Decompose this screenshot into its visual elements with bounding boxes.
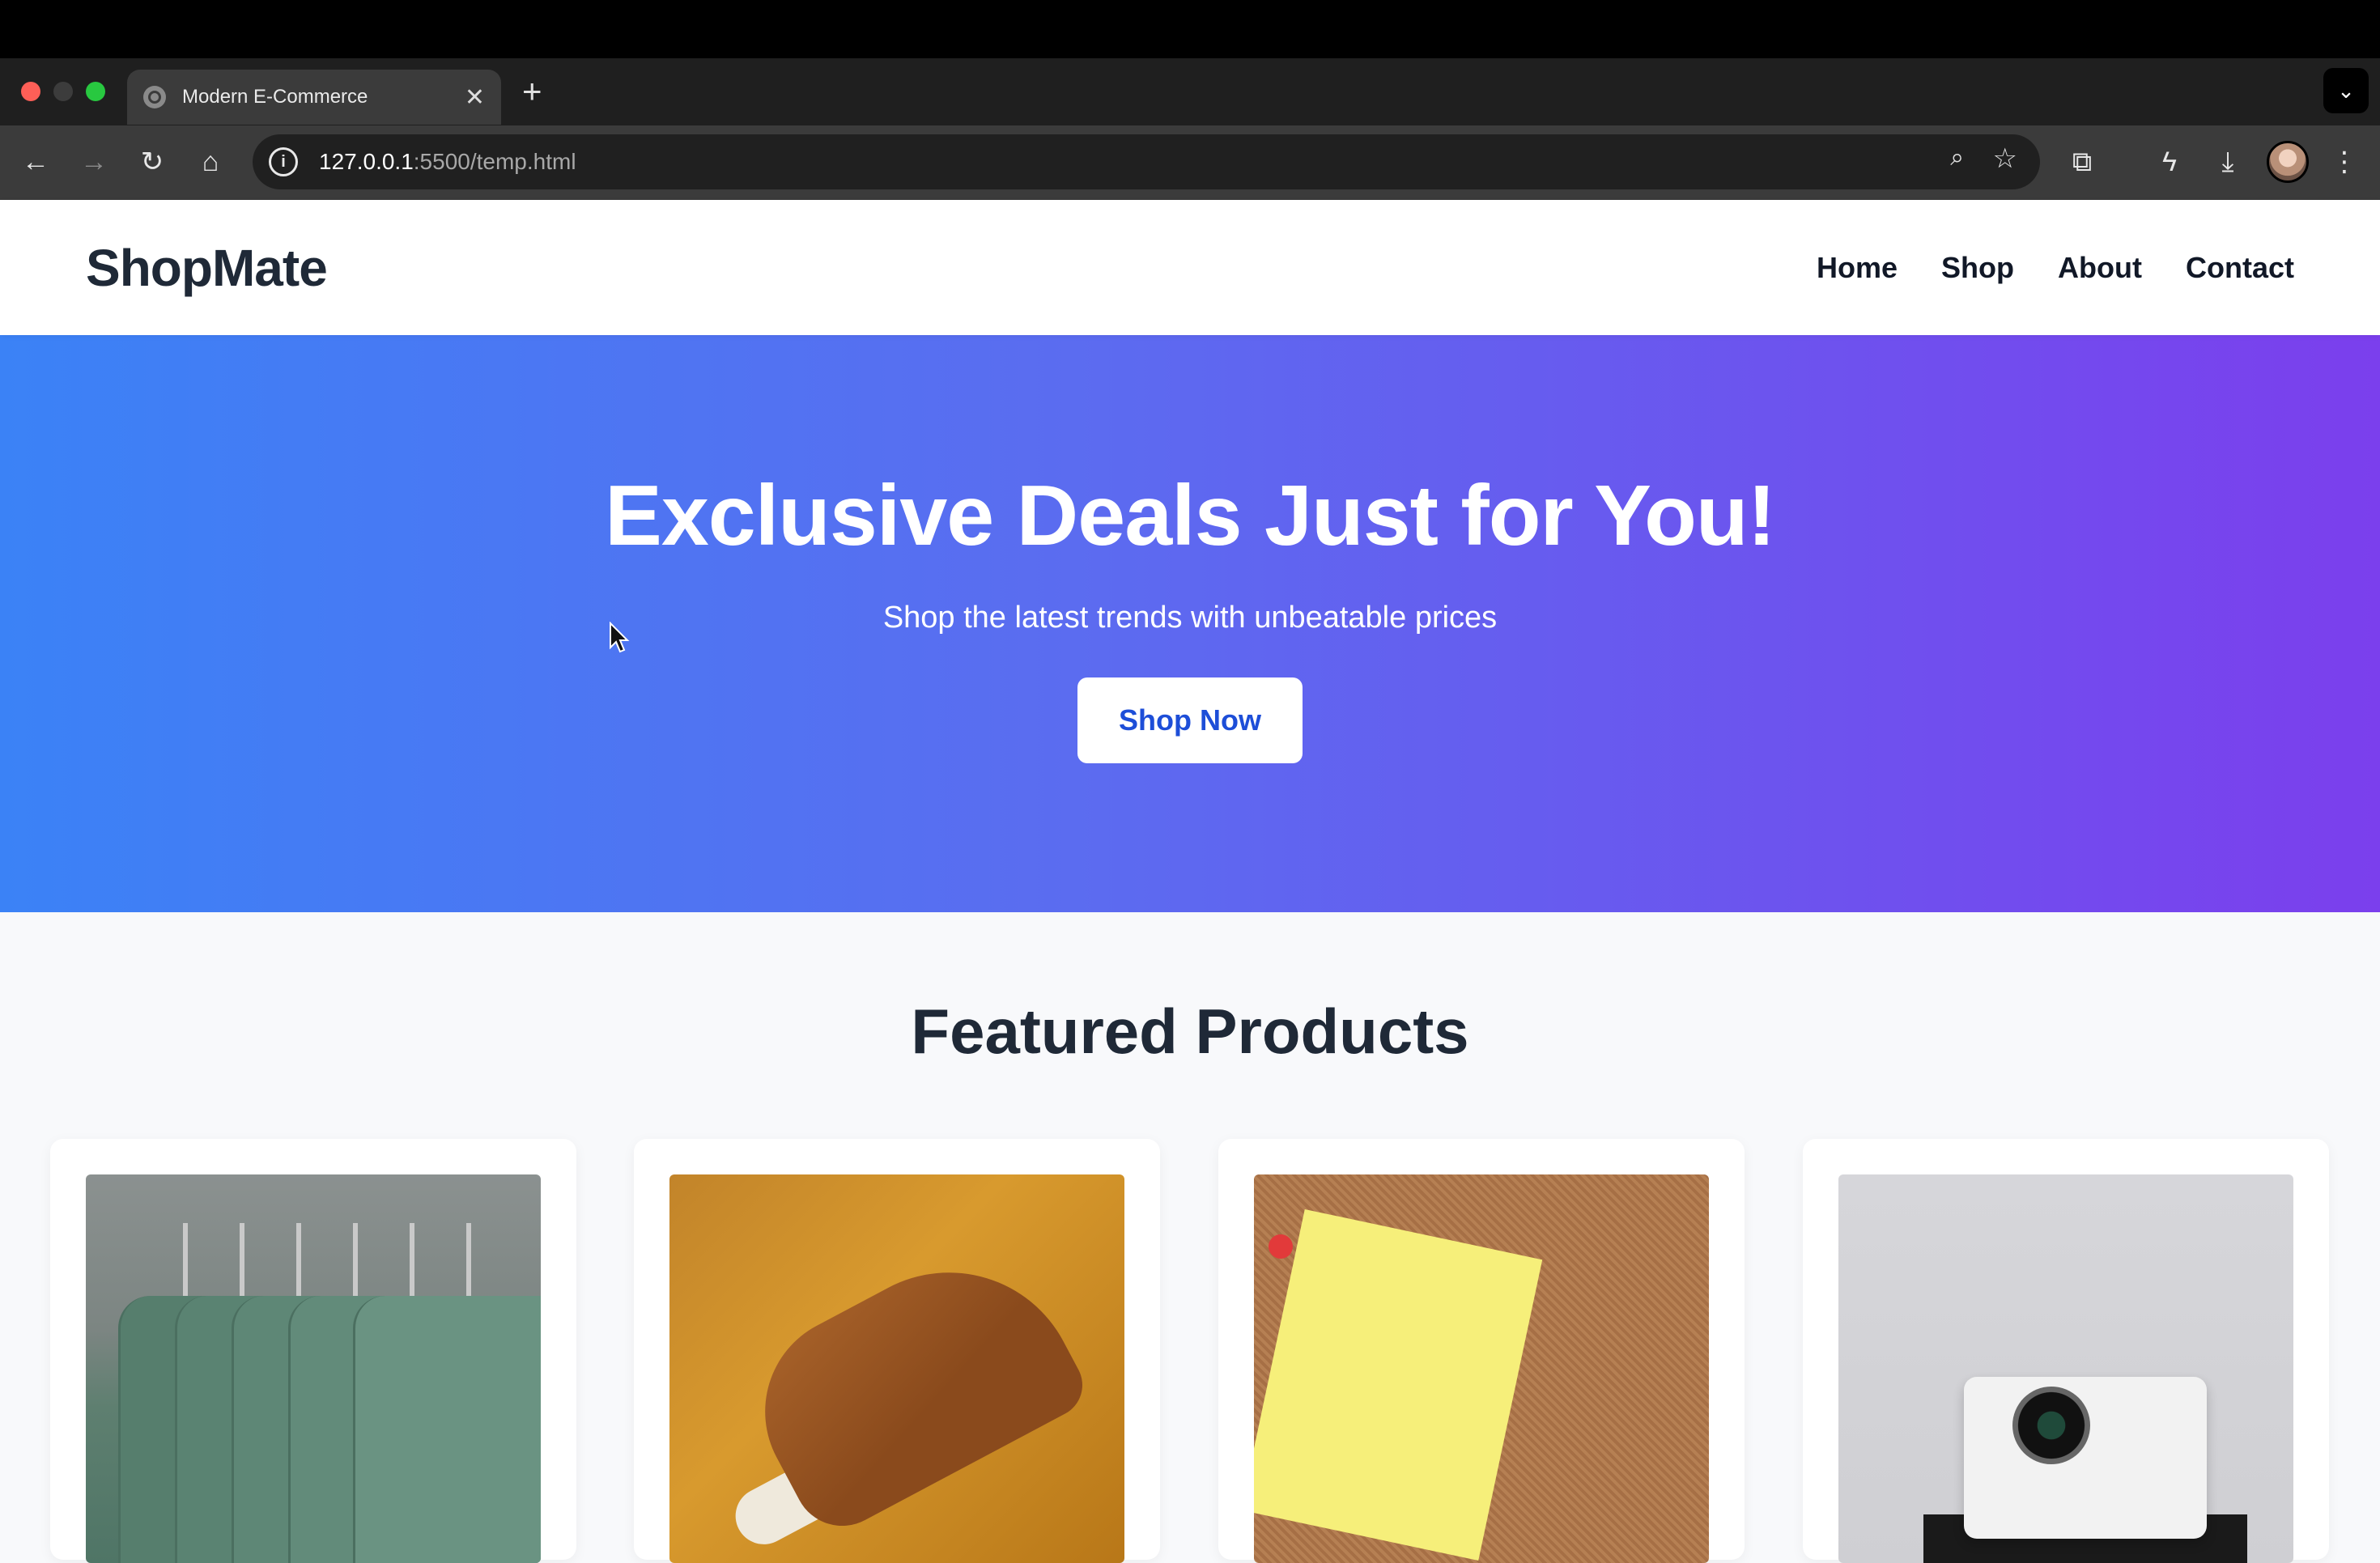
url-host: 127.0.0.1 — [319, 149, 414, 174]
url-text[interactable]: 127.0.0.1:5500/temp.html — [319, 149, 576, 175]
minimize-window-icon[interactable] — [53, 82, 73, 101]
pushpin-icon — [1269, 1234, 1293, 1259]
product-image-shirts[interactable] — [86, 1174, 541, 1563]
product-image-idea-note[interactable] — [1254, 1174, 1709, 1563]
nav-contact[interactable]: Contact — [2186, 251, 2294, 285]
nav-shop[interactable]: Shop — [1941, 251, 2014, 285]
tab-title: Modern E-Commerce — [182, 86, 368, 108]
product-image-sneaker[interactable] — [669, 1174, 1124, 1563]
profile-avatar[interactable] — [2267, 141, 2309, 183]
nav-home[interactable]: Home — [1817, 251, 1898, 285]
product-card[interactable] — [1803, 1139, 2329, 1563]
featured-products-section: Featured Products — [0, 912, 2380, 1063]
main-nav: Home Shop About Contact — [1817, 251, 2294, 285]
maximize-window-icon[interactable] — [86, 82, 105, 101]
home-icon[interactable]: ⌂ — [191, 142, 230, 181]
product-card[interactable] — [634, 1139, 1160, 1563]
forward-icon[interactable]: → — [74, 142, 113, 181]
site-logo[interactable]: ShopMate — [86, 238, 328, 298]
featured-title: Featured Products — [911, 996, 1469, 1067]
product-card[interactable] — [50, 1139, 576, 1563]
browser-menu-icon[interactable]: ⋮ — [2325, 142, 2364, 181]
hero-subtitle: Shop the latest trends with unbeatable p… — [882, 601, 1498, 635]
url-path: :5500/temp.html — [413, 149, 576, 174]
camera-lens-icon — [2012, 1387, 2090, 1464]
new-tab-icon[interactable]: + — [522, 73, 542, 110]
address-bar[interactable]: i 127.0.0.1:5500/temp.html ⌕ ☆ — [253, 134, 2040, 189]
mouse-cursor-icon — [610, 622, 630, 653]
reload-icon[interactable]: ↻ — [133, 142, 172, 181]
site-header: ShopMate Home Shop About Contact — [0, 200, 2380, 335]
download-icon[interactable]: ⤓ — [2208, 142, 2247, 181]
close-window-icon[interactable] — [21, 82, 40, 101]
web-page: ShopMate Home Shop About Contact Exclusi… — [0, 200, 2380, 1563]
product-card[interactable] — [1218, 1139, 1745, 1563]
bookmark-star-icon[interactable]: ☆ — [1993, 142, 2017, 175]
performance-icon[interactable]: ϟ — [2150, 142, 2189, 181]
nav-about[interactable]: About — [2058, 251, 2142, 285]
product-image-instant-camera[interactable] — [1838, 1174, 2293, 1563]
close-tab-icon[interactable]: ✕ — [465, 83, 485, 112]
hero-title: Exclusive Deals Just for You! — [605, 468, 1776, 563]
shop-now-button[interactable]: Shop Now — [1077, 677, 1303, 763]
globe-icon — [143, 86, 166, 108]
tab-search-chevron-icon[interactable]: ⌄ — [2323, 68, 2369, 113]
os-top-bar — [0, 0, 2380, 58]
site-info-icon[interactable]: i — [269, 147, 298, 176]
hero-banner: Exclusive Deals Just for You! Shop the l… — [0, 335, 2380, 912]
extensions-icon[interactable]: ⧉ — [2063, 142, 2102, 181]
zoom-icon[interactable]: ⌕ — [1950, 144, 1964, 172]
browser-tab[interactable]: Modern E-Commerce ✕ — [127, 70, 501, 125]
back-icon[interactable]: ← — [16, 142, 55, 181]
